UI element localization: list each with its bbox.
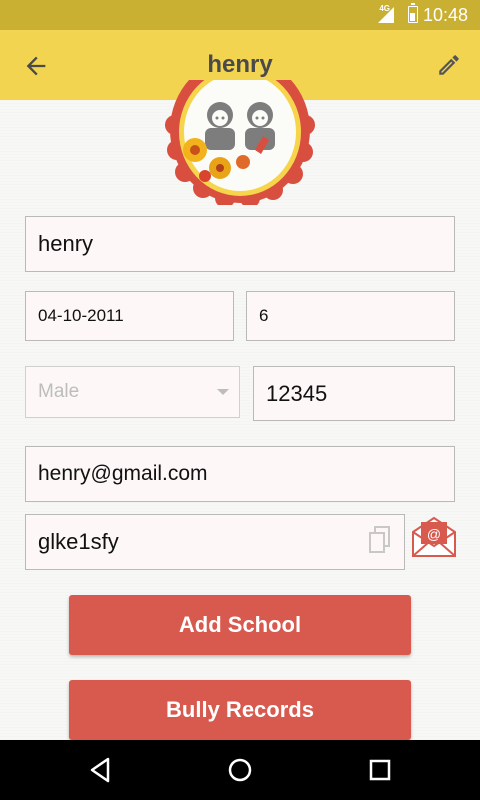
status-bar: 4G 10:48: [0, 0, 480, 30]
copy-icon[interactable]: [368, 525, 392, 555]
clock: 10:48: [422, 5, 468, 25]
code-field[interactable]: glke1sfy: [25, 514, 405, 570]
child-avatar-icon[interactable]: [165, 80, 315, 205]
svg-text:@: @: [427, 526, 441, 542]
page-title: henry: [207, 51, 273, 78]
signal-icon: [378, 7, 394, 23]
home-nav-icon[interactable]: [226, 756, 254, 784]
age-value: 6: [259, 306, 269, 325]
add-school-button[interactable]: Add School: [69, 595, 411, 655]
gender-placeholder: Male: [38, 381, 80, 402]
pencil-icon[interactable]: [436, 52, 462, 78]
zip-value: 12345: [266, 380, 328, 406]
bully-records-button[interactable]: Bully Records: [69, 680, 411, 740]
age-field[interactable]: 6: [246, 291, 455, 341]
back-nav-icon[interactable]: [86, 756, 114, 784]
email-field[interactable]: henry@gmail.com: [25, 446, 455, 502]
recents-nav-icon[interactable]: [366, 756, 394, 784]
code-value: glke1sfy: [38, 529, 119, 554]
dob-field[interactable]: 04-10-2011: [25, 291, 234, 341]
dob-value: 04-10-2011: [38, 306, 124, 325]
battery-icon: [408, 3, 418, 23]
email-value: henry@gmail.com: [38, 462, 208, 485]
name-field[interactable]: henry: [25, 216, 455, 272]
email-envelope-icon[interactable]: @: [411, 514, 457, 558]
chevron-down-icon: [217, 389, 229, 395]
name-value: henry: [38, 231, 94, 256]
gender-dropdown[interactable]: Male: [25, 366, 240, 418]
system-nav-bar: [0, 740, 480, 800]
zip-field[interactable]: 12345: [253, 366, 455, 421]
